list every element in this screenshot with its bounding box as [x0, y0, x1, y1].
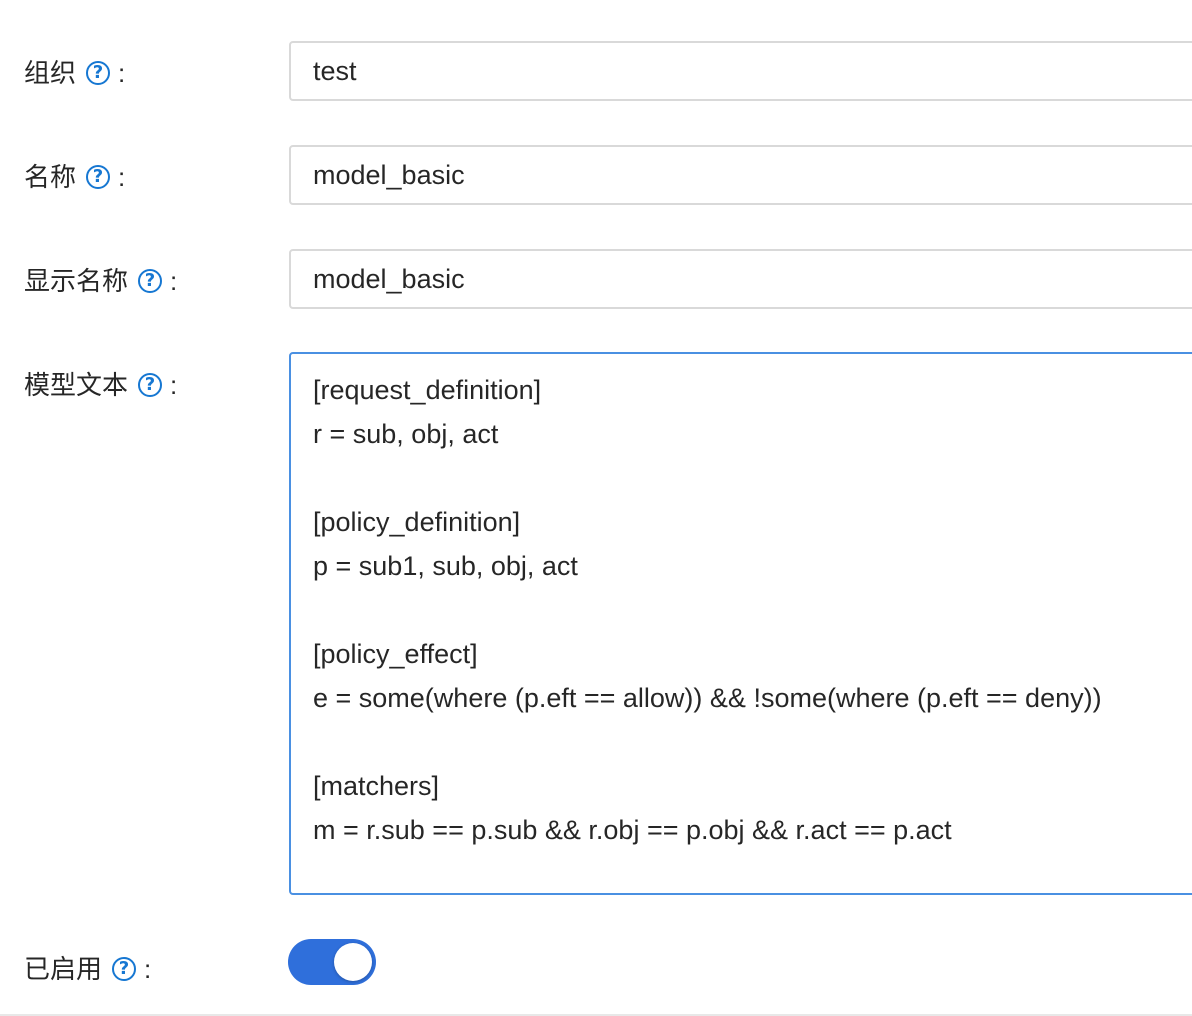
name-input[interactable]	[289, 145, 1192, 205]
model-text-textarea[interactable]: [request_definition] r = sub, obj, act […	[289, 352, 1192, 895]
display-name-label: 显示名称	[24, 266, 129, 296]
model-edit-form: 组织 ? : 名称 ? : 显示名称 ? : 模型文本 ? : [request…	[0, 0, 1192, 1016]
question-circle-icon[interactable]: ?	[138, 373, 163, 397]
organization-label: 组织	[24, 58, 77, 88]
model-text-label: 模型文本	[24, 370, 129, 400]
display-name-label-group: 显示名称 ? :	[24, 265, 177, 297]
toggle-knob	[334, 943, 372, 981]
organization-input[interactable]	[289, 41, 1192, 101]
enabled-label: 已启用	[24, 954, 103, 984]
model-text-label-group: 模型文本 ? :	[24, 369, 177, 401]
name-label-group: 名称 ? :	[24, 161, 125, 193]
question-circle-icon[interactable]: ?	[112, 957, 137, 981]
name-label: 名称	[24, 162, 77, 192]
enabled-label-group: 已启用 ? :	[24, 953, 151, 985]
label-colon: :	[144, 954, 152, 984]
label-colon: :	[170, 370, 178, 400]
enabled-toggle[interactable]	[288, 939, 376, 985]
label-colon: :	[118, 162, 126, 192]
question-circle-icon[interactable]: ?	[86, 61, 111, 85]
question-circle-icon[interactable]: ?	[138, 269, 163, 293]
question-circle-icon[interactable]: ?	[86, 165, 111, 189]
label-colon: :	[170, 266, 178, 296]
organization-label-group: 组织 ? :	[24, 57, 125, 89]
display-name-input[interactable]	[289, 249, 1192, 309]
label-colon: :	[118, 58, 126, 88]
